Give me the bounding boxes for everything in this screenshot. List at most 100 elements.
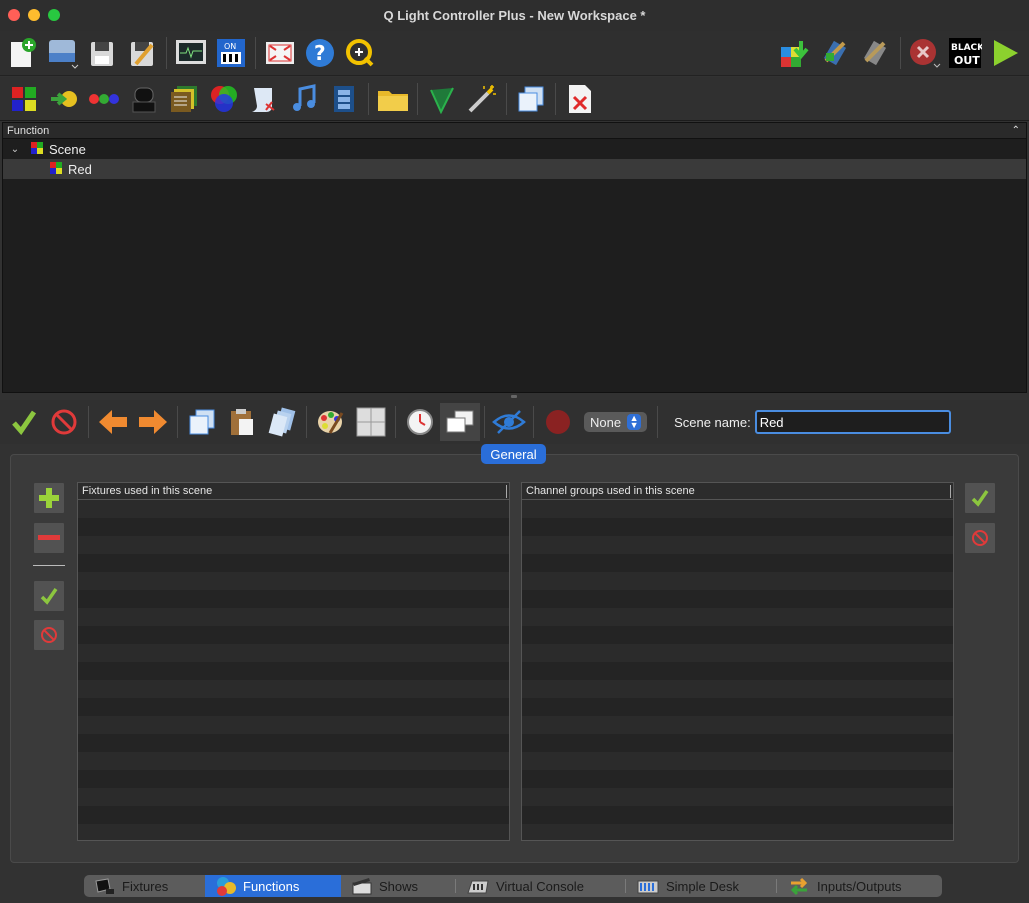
- copy-to-all-button[interactable]: [262, 403, 302, 441]
- open-workspace-button[interactable]: [42, 34, 82, 72]
- maximize-window-button[interactable]: [48, 9, 60, 21]
- about-button[interactable]: [340, 34, 380, 72]
- function-wizard-button[interactable]: [462, 80, 502, 118]
- address-tool-icon: [781, 41, 809, 67]
- new-efx-button[interactable]: [124, 80, 164, 118]
- fixtures-list[interactable]: Fixtures used in this scene: [77, 482, 510, 841]
- clapperboard-icon: [352, 878, 372, 895]
- save-as-button[interactable]: [122, 34, 162, 72]
- new-collection-button[interactable]: [164, 80, 204, 118]
- qlc-logo-icon: [346, 39, 374, 67]
- close-window-button[interactable]: [8, 9, 20, 21]
- enable-all-fixtures-button[interactable]: [33, 580, 65, 612]
- enable-all-groups-button[interactable]: [964, 482, 996, 514]
- rgb-matrix-icon: [211, 85, 237, 112]
- new-sequence-button[interactable]: [84, 80, 124, 118]
- toolbar-separator: [255, 37, 256, 69]
- scene-name-input[interactable]: [754, 410, 951, 434]
- fade-mode-select[interactable]: None ▲ ▼: [584, 412, 648, 432]
- help-button[interactable]: ?: [300, 34, 340, 72]
- chevron-down-icon[interactable]: ⌄: [3, 144, 21, 155]
- toolbar-separator: [395, 406, 396, 438]
- disable-all-fixtures-button[interactable]: [33, 619, 65, 651]
- toolbar-separator: [306, 406, 307, 438]
- new-workspace-button[interactable]: [2, 34, 42, 72]
- new-folder-button[interactable]: [373, 80, 413, 118]
- scene-icon: [31, 141, 43, 157]
- record-icon: [546, 410, 570, 434]
- fade-mode-value: None: [590, 414, 622, 430]
- scene-icon: [50, 161, 62, 177]
- tab-shows[interactable]: Shows: [341, 875, 455, 897]
- load-address-button[interactable]: [776, 34, 816, 72]
- new-audio-button[interactable]: [284, 80, 324, 118]
- fixture-remap-alt-button[interactable]: [856, 34, 896, 72]
- scene-editor-toolbar: None ▲ ▼ Scene name:: [0, 400, 1029, 444]
- tab-functions[interactable]: Functions: [205, 875, 341, 897]
- edit-tool-icon: [863, 40, 887, 66]
- disable-all-groups-button[interactable]: [964, 522, 996, 554]
- function-tree-header[interactable]: Function ⌃: [3, 123, 1026, 139]
- new-chaser-button[interactable]: [44, 80, 84, 118]
- stop-all-button[interactable]: [905, 34, 945, 72]
- blackout-button[interactable]: BLACK OUT: [945, 34, 985, 72]
- tab-fixtures[interactable]: Fixtures: [84, 875, 205, 897]
- new-document-icon: [11, 38, 36, 67]
- dmx-dump-button[interactable]: ON: [211, 34, 251, 72]
- delete-function-button[interactable]: [560, 80, 600, 118]
- monitor-button[interactable]: [171, 34, 211, 72]
- disable-all-button[interactable]: [44, 403, 84, 441]
- monitor-icon: [176, 40, 206, 64]
- color-tool-button[interactable]: [311, 403, 351, 441]
- updown-arrows-icon: ▲ ▼: [627, 414, 642, 430]
- new-rgb-matrix-button[interactable]: [204, 80, 244, 118]
- record-button[interactable]: [538, 403, 578, 441]
- clone-function-button[interactable]: [511, 80, 551, 118]
- floppy-icon: [91, 42, 113, 66]
- paste-button[interactable]: [222, 403, 262, 441]
- new-script-button[interactable]: [244, 80, 284, 118]
- toolbar-separator: [177, 406, 178, 438]
- blind-mode-button[interactable]: [489, 403, 529, 441]
- sort-up-icon[interactable]: ⌃: [1012, 125, 1020, 136]
- new-scene-button[interactable]: [4, 80, 44, 118]
- function-column-label: Function: [7, 124, 50, 137]
- operate-mode-button[interactable]: [985, 34, 1025, 72]
- toolbar-separator: [88, 406, 89, 438]
- channel-groups-list-body[interactable]: [522, 500, 953, 840]
- tab-general[interactable]: General: [481, 444, 546, 464]
- toolbar-separator: [368, 82, 369, 115]
- tree-item-scene-folder[interactable]: ⌄ Scene: [3, 139, 1026, 159]
- tabs-mode-button[interactable]: [440, 403, 480, 441]
- tab-inputs-outputs[interactable]: Inputs/Outputs: [777, 875, 937, 897]
- chaser-wizard-button[interactable]: [422, 80, 462, 118]
- tree-item-red-scene[interactable]: Red: [3, 159, 1026, 179]
- tab-virtual-console[interactable]: Virtual Console: [456, 875, 625, 897]
- position-tool-button[interactable]: [351, 403, 391, 441]
- function-tree[interactable]: Function ⌃ ⌄ Scene Red: [2, 122, 1027, 393]
- spotlight-icon: [95, 878, 114, 894]
- new-show-button[interactable]: [324, 80, 364, 118]
- dmx-icon: ON: [217, 39, 245, 67]
- fullscreen-button[interactable]: [260, 34, 300, 72]
- tab-label: Virtual Console: [496, 878, 584, 894]
- channel-groups-list[interactable]: Channel groups used in this scene: [521, 482, 954, 841]
- save-workspace-button[interactable]: [82, 34, 122, 72]
- prohibited-icon: [51, 409, 77, 435]
- fixture-remap-button[interactable]: [816, 34, 856, 72]
- splitter-handle[interactable]: [511, 395, 517, 398]
- next-fixture-button[interactable]: [133, 403, 173, 441]
- minimize-window-button[interactable]: [28, 9, 40, 21]
- arrow-right-icon: [139, 410, 167, 434]
- fixtures-list-body[interactable]: [78, 500, 509, 840]
- copy-button[interactable]: [182, 403, 222, 441]
- clock-icon: [407, 409, 433, 435]
- previous-fixture-button[interactable]: [93, 403, 133, 441]
- enable-all-button[interactable]: [4, 403, 44, 441]
- tab-simple-desk[interactable]: Simple Desk: [626, 875, 776, 897]
- speed-dial-button[interactable]: [400, 403, 440, 441]
- arrow-left-icon: [99, 410, 127, 434]
- remove-fixture-button[interactable]: [33, 522, 65, 554]
- add-fixture-button[interactable]: [33, 482, 65, 514]
- toolbar-separator: [657, 406, 659, 438]
